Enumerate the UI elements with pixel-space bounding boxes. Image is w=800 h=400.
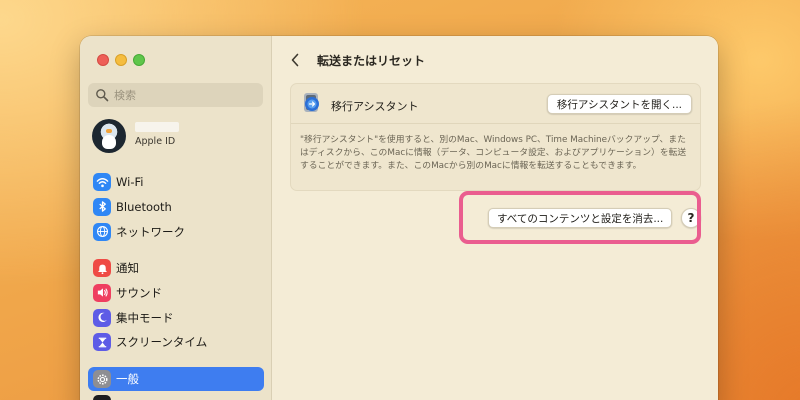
migration-assistant-icon <box>304 93 319 112</box>
sidebar-item-label: サウンド <box>116 285 162 300</box>
sidebar-item-next[interactable] <box>88 392 264 400</box>
migration-title: 移行アシスタント <box>331 100 419 113</box>
sidebar-item-label: スクリーンタイム <box>116 335 208 350</box>
sidebar-group-network: Wi-Fi Bluetooth ネットワーク <box>88 170 264 244</box>
migration-description: "移行アシスタント"を使用すると、別のMac、Windows PC、Time M… <box>300 135 687 171</box>
speaker-icon <box>93 283 111 302</box>
sidebar-group-system: 一般 <box>88 367 264 400</box>
minimize-window-button[interactable] <box>115 54 127 66</box>
sidebar-item-sound[interactable]: サウンド <box>88 281 264 305</box>
moon-icon <box>93 308 111 327</box>
sidebar-item-label: 集中モード <box>116 310 174 325</box>
account-subtitle: Apple ID <box>135 135 176 147</box>
sidebar: 検索 Apple ID Wi-Fi Bluetooth ネットワーク 通知 サウ… <box>80 36 272 400</box>
search-icon <box>96 89 109 102</box>
appearance-icon <box>93 394 111 400</box>
sidebar-item-screen-time[interactable]: スクリーンタイム <box>88 330 264 354</box>
chevron-left-icon[interactable] <box>290 53 300 67</box>
close-window-button[interactable] <box>97 54 109 66</box>
gear-icon <box>93 370 111 388</box>
bell-icon <box>93 259 111 277</box>
migration-row: 移行アシスタント 移行アシスタントを開く... <box>291 84 700 124</box>
zoom-window-button[interactable] <box>133 54 145 66</box>
help-button[interactable]: ? <box>681 208 701 228</box>
page-title: 転送またはリセット <box>317 54 426 68</box>
erase-all-content-button[interactable]: すべてのコンテンツと設定を消去... <box>488 208 673 228</box>
sidebar-item-label: Bluetooth <box>116 199 172 214</box>
sidebar-item-label: 通知 <box>116 261 139 275</box>
sidebar-item-label: Wi-Fi <box>116 175 144 189</box>
globe-icon <box>93 222 111 241</box>
hourglass-icon <box>93 333 111 352</box>
migration-card: 移行アシスタント 移行アシスタントを開く... "移行アシスタント"を使用すると… <box>290 83 701 191</box>
sidebar-item-focus[interactable]: 集中モード <box>88 306 264 330</box>
sidebar-item-bluetooth[interactable]: Bluetooth <box>88 195 264 219</box>
sidebar-item-wifi[interactable]: Wi-Fi <box>88 170 264 194</box>
apple-id-account[interactable]: Apple ID <box>92 119 262 153</box>
search-placeholder: 検索 <box>114 89 136 102</box>
account-name <box>135 121 179 132</box>
sidebar-item-network[interactable]: ネットワーク <box>88 220 264 244</box>
sidebar-item-label: ネットワーク <box>116 224 185 239</box>
sidebar-group-notifications: 通知 サウンド 集中モード スクリーンタイム <box>88 256 264 355</box>
open-migration-assistant-button[interactable]: 移行アシスタントを開く... <box>546 94 692 114</box>
avatar <box>92 119 126 153</box>
window-controls <box>97 54 145 66</box>
search-field[interactable]: 検索 <box>88 83 263 107</box>
sidebar-item-general[interactable]: 一般 <box>88 367 264 391</box>
sidebar-item-label: 一般 <box>116 372 139 386</box>
sidebar-item-notifications[interactable]: 通知 <box>88 256 264 280</box>
bluetooth-icon <box>93 197 111 216</box>
wifi-icon <box>93 173 111 191</box>
